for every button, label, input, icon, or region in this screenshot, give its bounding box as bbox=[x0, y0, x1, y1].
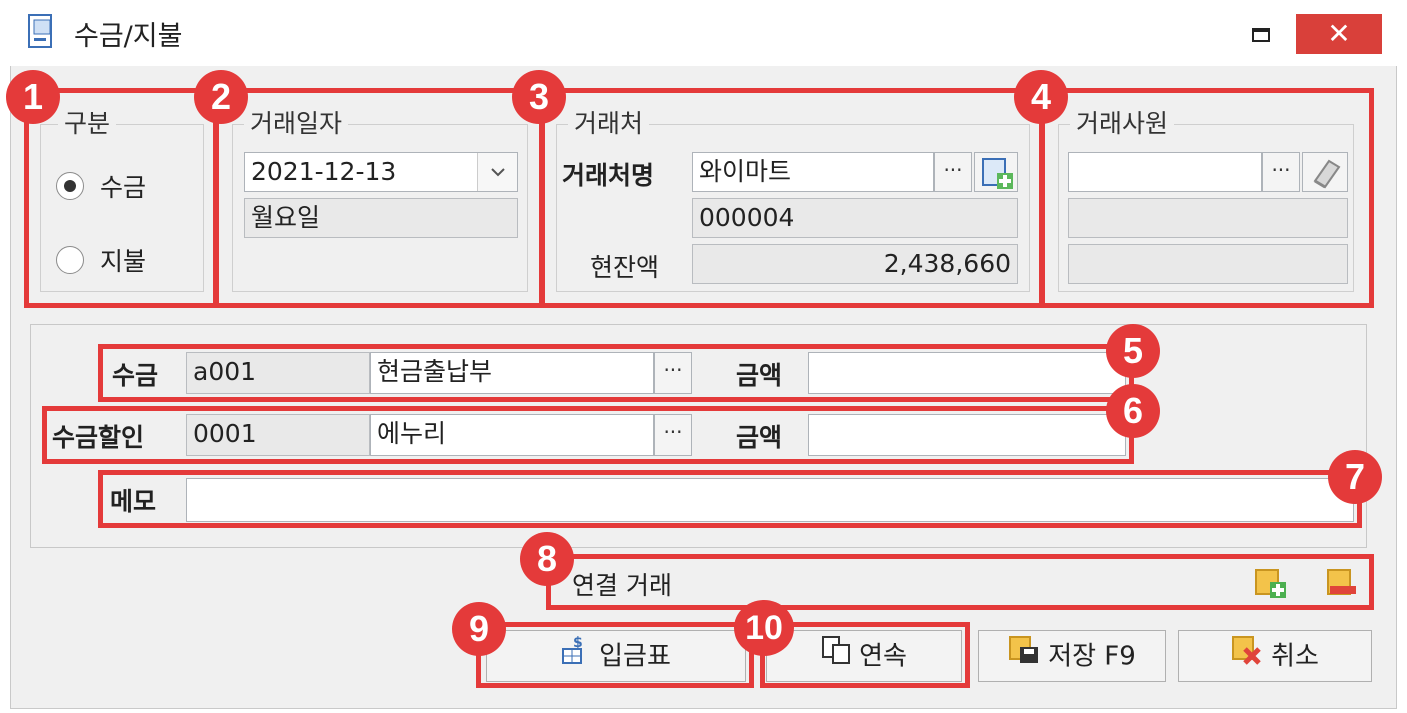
maximize-icon bbox=[1252, 28, 1270, 42]
badge-9: 9 bbox=[452, 602, 506, 656]
highlight-box-3 bbox=[540, 88, 1044, 308]
badge-8: 8 bbox=[520, 532, 574, 586]
save-icon bbox=[1008, 632, 1040, 682]
highlight-box-7 bbox=[98, 470, 1362, 528]
badge-5: 5 bbox=[1106, 324, 1160, 378]
badge-2: 2 bbox=[194, 70, 248, 124]
cancel-button[interactable]: 취소 bbox=[1178, 630, 1372, 682]
cancel-button-label: 취소 bbox=[1271, 641, 1319, 672]
close-button[interactable]: ✕ bbox=[1296, 14, 1382, 54]
highlight-box-6 bbox=[42, 406, 1134, 464]
cancel-icon bbox=[1231, 632, 1263, 682]
highlight-box-1 bbox=[24, 88, 218, 308]
highlight-box-4 bbox=[1040, 88, 1374, 308]
highlight-box-5 bbox=[98, 344, 1134, 402]
title-bar bbox=[10, 4, 1397, 66]
badge-6: 6 bbox=[1106, 384, 1160, 438]
save-button[interactable]: 저장 F9 bbox=[978, 630, 1166, 682]
highlight-box-2 bbox=[214, 88, 544, 308]
badge-4: 4 bbox=[1014, 70, 1068, 124]
badge-7: 7 bbox=[1328, 450, 1382, 504]
badge-3: 3 bbox=[512, 70, 566, 124]
badge-10: 10 bbox=[734, 600, 794, 656]
badge-1: 1 bbox=[6, 70, 60, 124]
save-button-label: 저장 F9 bbox=[1048, 641, 1136, 672]
highlight-box-8 bbox=[546, 554, 1374, 610]
highlight-box-9 bbox=[476, 622, 754, 688]
window-title: 수금/지불 bbox=[74, 21, 183, 52]
maximize-button[interactable] bbox=[1240, 16, 1280, 52]
document-icon bbox=[28, 14, 58, 50]
